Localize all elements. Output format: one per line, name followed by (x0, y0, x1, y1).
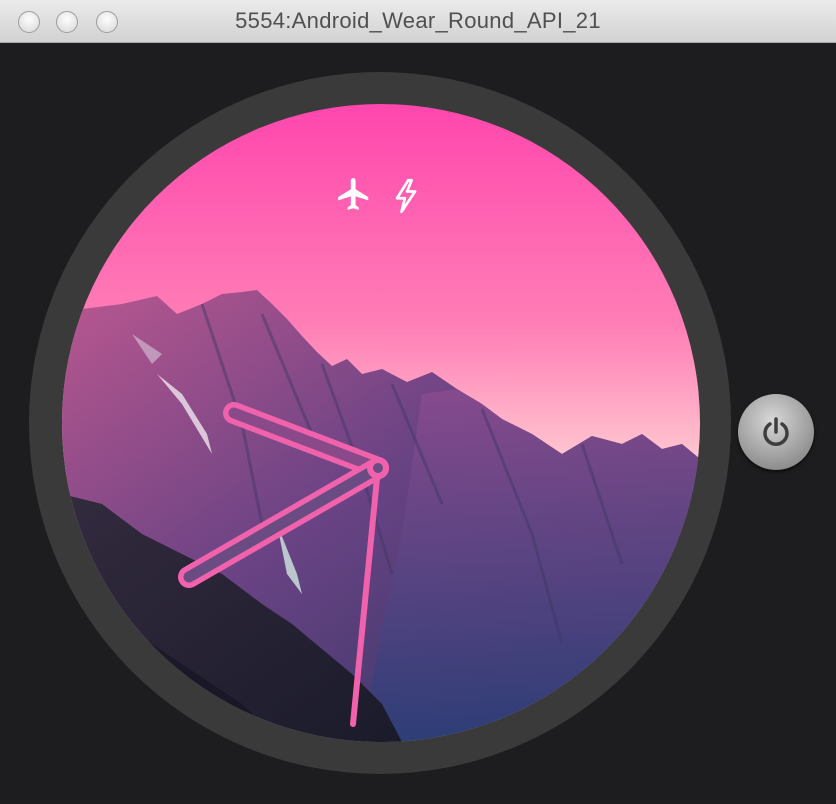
power-button[interactable] (738, 394, 814, 470)
second-hand (350, 465, 381, 727)
watch-screen[interactable] (62, 104, 700, 742)
window-titlebar: 5554:Android_Wear_Round_API_21 (0, 0, 836, 43)
power-icon (763, 417, 789, 446)
hour-hand (178, 457, 389, 588)
emulator-content (0, 43, 836, 804)
window-title: 5554:Android_Wear_Round_API_21 (235, 8, 601, 33)
minute-hand (223, 402, 389, 479)
analog-clock-hands (178, 402, 389, 727)
